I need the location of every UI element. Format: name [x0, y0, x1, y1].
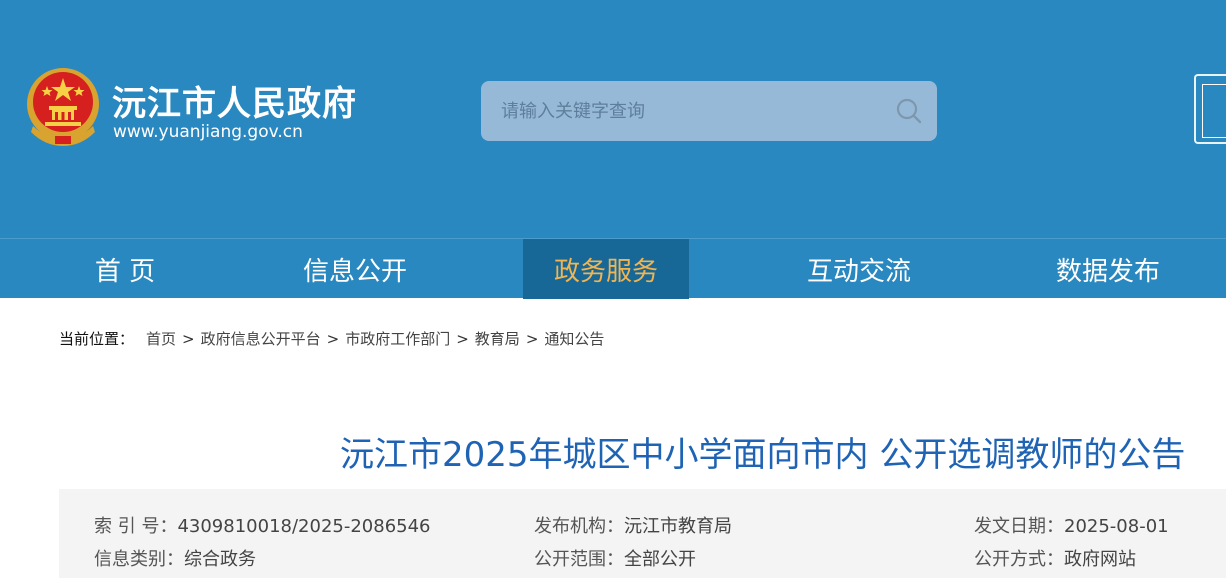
- search-button[interactable]: [881, 81, 937, 141]
- article-meta: 索 引 号：4309810018/2025-2086546 发布机构：沅江市教育…: [59, 489, 1226, 578]
- breadcrumb-notices[interactable]: 通知公告: [544, 328, 604, 349]
- meta-category: 信息类别：综合政务: [94, 549, 256, 570]
- breadcrumb: 当前位置： 首页 > 政府信息公开平台 > 市政府工作部门 > 教育局 > 通知…: [59, 328, 604, 349]
- search-icon: [896, 98, 922, 124]
- breadcrumb-lead: 当前位置：: [59, 330, 135, 348]
- breadcrumb-separator: >: [326, 329, 340, 348]
- site-url[interactable]: www.yuanjiang.gov.cn: [113, 122, 303, 142]
- breadcrumb-gov-info-platform[interactable]: 政府信息公开平台: [201, 328, 321, 349]
- nav-item-interaction[interactable]: 互动交流: [764, 239, 954, 299]
- nav-item-info-disclosure[interactable]: 信息公开: [262, 239, 448, 299]
- mobile-qr-icon[interactable]: [1194, 74, 1226, 144]
- search-input[interactable]: [481, 81, 881, 141]
- breadcrumb-separator: >: [456, 329, 469, 348]
- meta-issue-date: 发文日期：2025-08-01: [974, 516, 1169, 537]
- meta-method: 公开方式：政府网站: [974, 549, 1136, 570]
- breadcrumb-gov-departments[interactable]: 市政府工作部门: [345, 328, 450, 349]
- main-nav: 首 页 信息公开 政务服务 互动交流 数据发布: [0, 238, 1226, 299]
- search-box: [481, 81, 937, 141]
- site-header: 沅江市人民政府 www.yuanjiang.gov.cn: [0, 0, 1226, 238]
- nav-item-home[interactable]: 首 页: [30, 239, 220, 299]
- meta-index-number: 索 引 号：4309810018/2025-2086546: [94, 516, 431, 537]
- breadcrumb-home[interactable]: 首页: [146, 328, 176, 349]
- nav-item-data-release[interactable]: 数据发布: [1010, 239, 1206, 299]
- article-title: 沅江市2025年城区中小学面向市内 公开选调教师的公告: [340, 435, 1186, 475]
- breadcrumb-separator: >: [182, 329, 195, 348]
- breadcrumb-separator: >: [525, 329, 539, 348]
- site-name[interactable]: 沅江市人民政府: [112, 76, 357, 125]
- national-emblem-icon[interactable]: [25, 66, 101, 146]
- breadcrumb-education-bureau[interactable]: 教育局: [475, 328, 520, 349]
- nav-item-government-services[interactable]: 政务服务: [523, 239, 689, 299]
- meta-publisher: 发布机构：沅江市教育局: [534, 516, 732, 537]
- meta-scope: 公开范围：全部公开: [534, 549, 696, 570]
